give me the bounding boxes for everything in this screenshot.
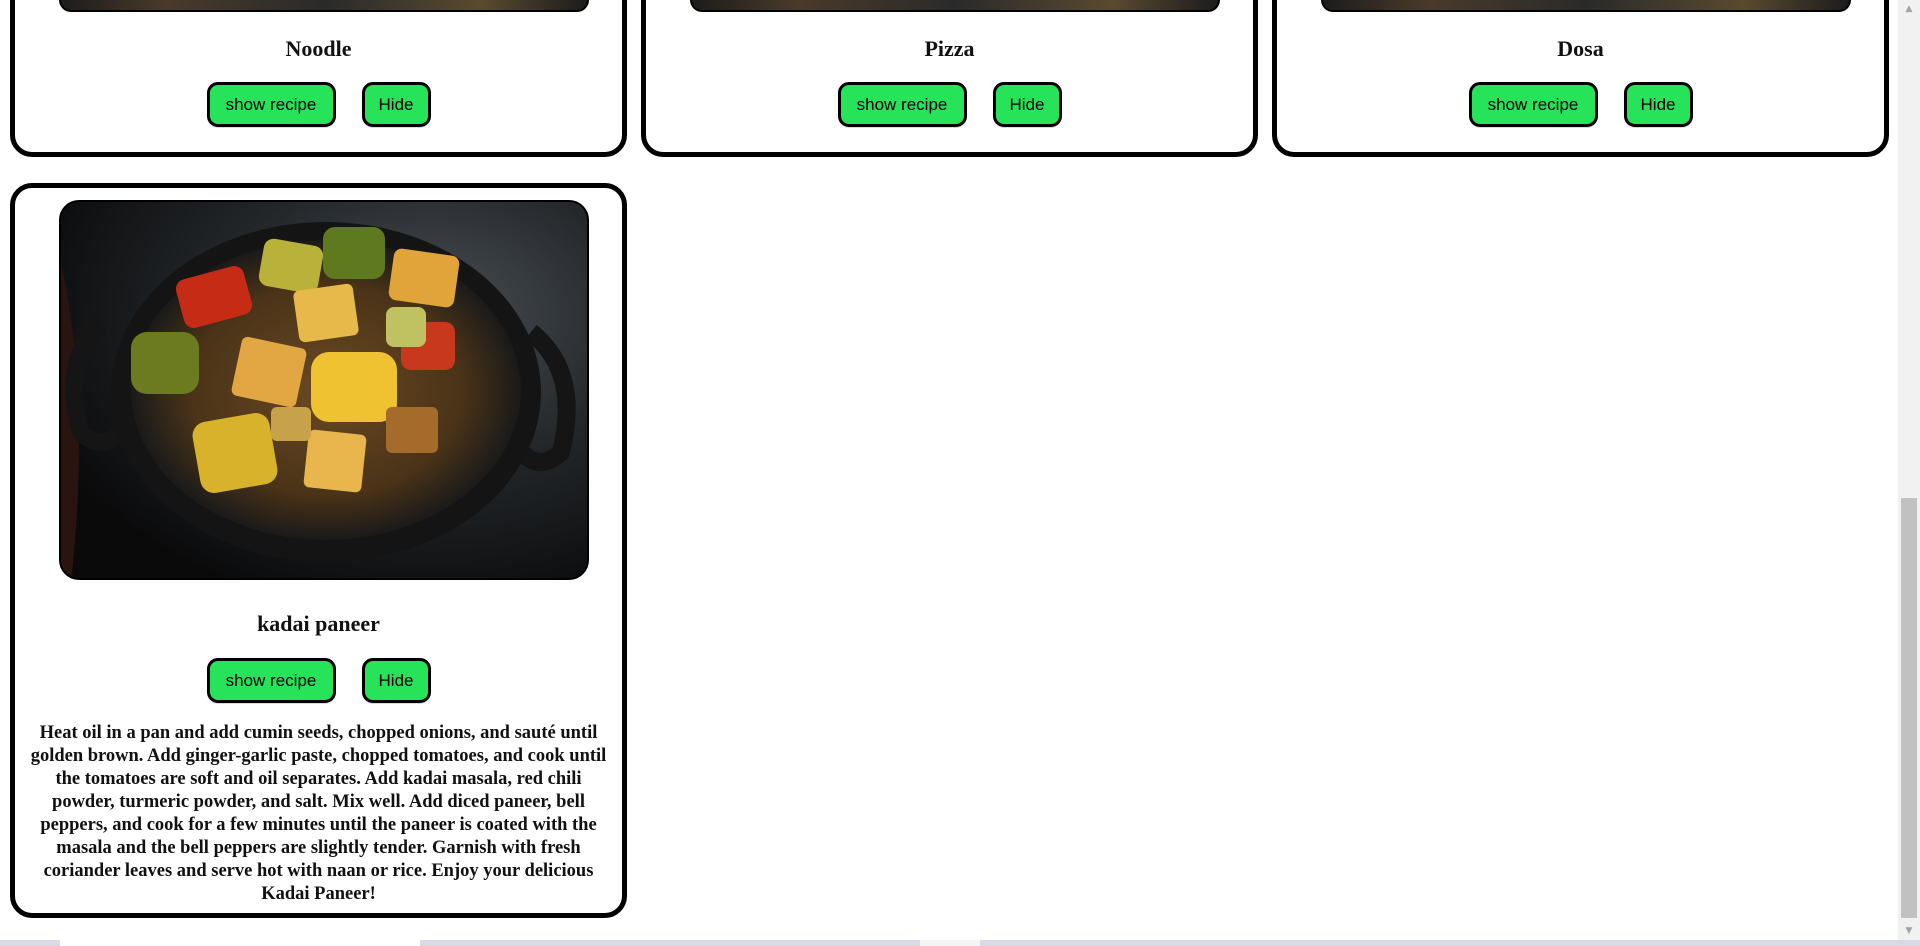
- hide-button[interactable]: Hide: [361, 82, 431, 127]
- show-recipe-button[interactable]: show recipe: [837, 82, 967, 127]
- recipe-title: kadai paneer: [257, 611, 380, 636]
- hide-button[interactable]: Hide: [1623, 82, 1693, 127]
- taskbar-segment: [60, 940, 420, 946]
- show-recipe-button[interactable]: show recipe: [1468, 82, 1598, 127]
- hide-button[interactable]: Hide: [361, 658, 431, 703]
- kadai-paneer-illustration: [61, 202, 587, 578]
- recipe-title: Pizza: [924, 36, 975, 61]
- recipe-card-dosa: Dosa show recipe Hide: [1272, 0, 1889, 157]
- button-row: show recipe Hide: [15, 658, 622, 703]
- recipe-card-pizza: Pizza show recipe Hide: [641, 0, 1258, 157]
- bottom-taskbar-edge: [0, 940, 1920, 946]
- noodle-image: [59, 0, 589, 12]
- recipe-instructions: Heat oil in a pan and add cumin seeds, c…: [30, 723, 607, 904]
- recipe-title: Dosa: [1557, 36, 1604, 61]
- button-row: show recipe Hide: [646, 82, 1253, 127]
- kadai-paneer-image: [59, 200, 589, 580]
- recipe-page: Noodle show recipe Hide Pizza show recip…: [0, 0, 1898, 940]
- vertical-scrollbar[interactable]: ▲ ▼: [1898, 0, 1920, 940]
- recipe-card-noodle: Noodle show recipe Hide: [10, 0, 627, 157]
- scroll-down-icon[interactable]: ▼: [1898, 922, 1920, 940]
- button-row: show recipe Hide: [15, 82, 622, 127]
- taskbar-segment: [920, 940, 980, 946]
- recipe-card-kadai-paneer: kadai paneer show recipe Hide Heat oil i…: [10, 183, 627, 918]
- button-row: show recipe Hide: [1277, 82, 1884, 127]
- show-recipe-button[interactable]: show recipe: [206, 658, 336, 703]
- pizza-image: [690, 0, 1220, 12]
- recipe-title: Noodle: [285, 36, 352, 61]
- hide-button[interactable]: Hide: [992, 82, 1062, 127]
- dosa-image: [1321, 0, 1851, 12]
- scrollbar-thumb[interactable]: [1901, 498, 1917, 918]
- scroll-up-icon[interactable]: ▲: [1898, 0, 1920, 18]
- show-recipe-button[interactable]: show recipe: [206, 82, 336, 127]
